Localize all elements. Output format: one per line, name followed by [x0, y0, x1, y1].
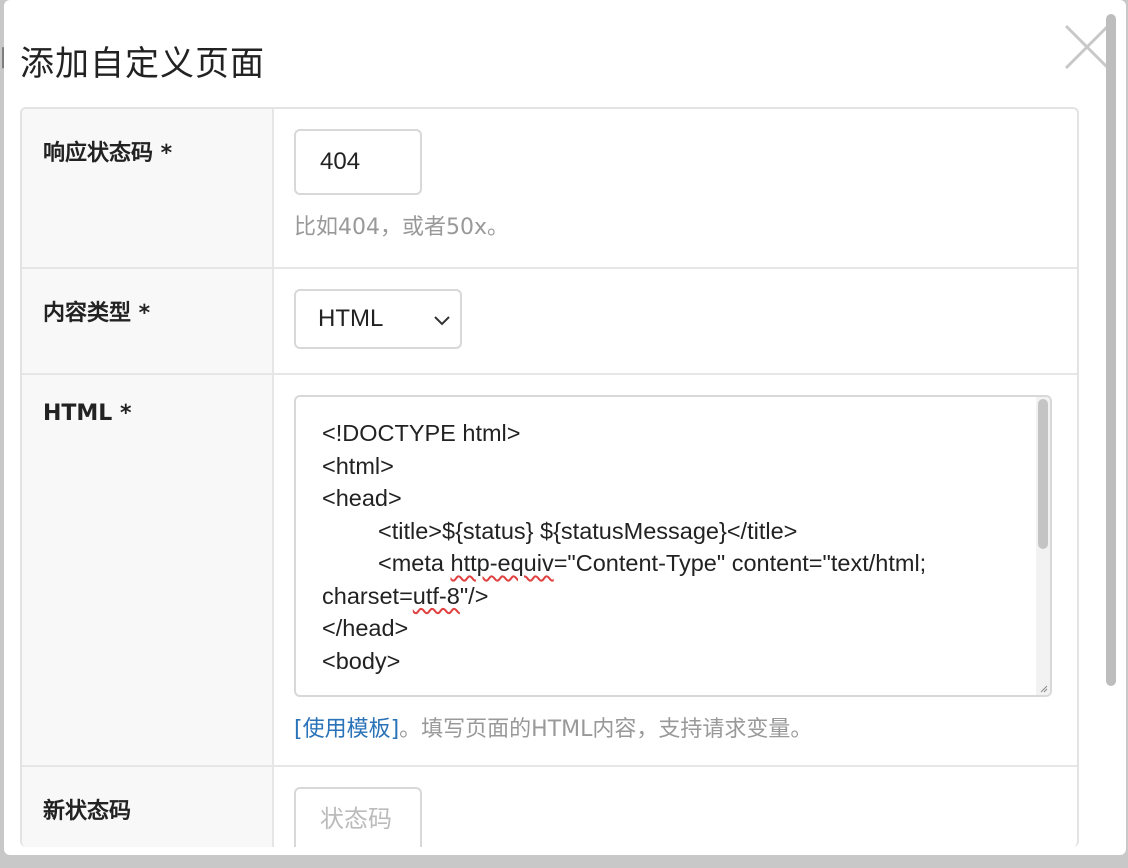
- new-status-code-input[interactable]: [294, 787, 422, 847]
- form-table: 响应状态码 * 比如404，或者50x。 内容类型 * HTML HTML *: [20, 107, 1079, 847]
- chevron-down-icon: [434, 316, 450, 326]
- status-code-row: 响应状态码 * 比如404，或者50x。: [22, 109, 1077, 269]
- content-type-label: 内容类型 *: [22, 269, 274, 373]
- code-line: <!DOCTYPE html>: [322, 420, 521, 446]
- code-fragment: ="Content-Type" content="text/html;: [553, 550, 927, 576]
- code-line: </head>: [322, 615, 409, 641]
- close-icon: [1064, 24, 1110, 70]
- close-button[interactable]: [1062, 22, 1112, 72]
- new-status-code-row: 新状态码: [22, 767, 1077, 847]
- code-fragment-misspelled: utf-8: [412, 582, 460, 609]
- textarea-scrollbar[interactable]: [1036, 397, 1050, 695]
- html-label: HTML *: [22, 375, 274, 765]
- html-hint: [使用模板]。填写页面的HTML内容，支持请求变量。: [294, 711, 1077, 743]
- code-fragment: "/>: [459, 582, 489, 609]
- status-code-hint: 比如404，或者50x。: [294, 215, 510, 240]
- html-textarea[interactable]: <!DOCTYPE html> <html> <head> <title>${stat…: [294, 395, 1052, 697]
- code-line: <title>${status} ${statusMessage}</title…: [378, 517, 798, 544]
- content-type-select[interactable]: HTML: [294, 289, 462, 349]
- html-code-content: <!DOCTYPE html> <html> <head> <title>${stat…: [322, 417, 1022, 677]
- new-status-code-label: 新状态码: [22, 767, 274, 847]
- add-custom-page-dialog: 添加自定义页面 响应状态码 * 比如404，或者50x。 内容类型 * HTML: [4, 0, 1126, 855]
- resize-handle-icon[interactable]: [1038, 683, 1048, 693]
- textarea-scrollbar-thumb[interactable]: [1038, 399, 1048, 549]
- code-line: <meta http-equiv="Content-Type" content=…: [322, 547, 1022, 580]
- code-line: <body>: [322, 647, 401, 674]
- status-code-label: 响应状态码 *: [22, 109, 274, 267]
- code-fragment: <meta: [378, 550, 451, 576]
- code-fragment-misspelled: http-equiv: [450, 550, 554, 576]
- html-row: HTML * <!DOCTYPE html> <html> <head> <title…: [22, 375, 1077, 767]
- dialog-title: 添加自定义页面: [20, 44, 265, 84]
- code-line: charset=utf-8"/>: [322, 580, 1022, 613]
- html-hint-text: 。填写页面的HTML内容，支持请求变量。: [399, 717, 813, 742]
- code-line: <head>: [322, 485, 402, 511]
- status-code-input[interactable]: [294, 129, 422, 195]
- content-type-row: 内容类型 * HTML: [22, 269, 1077, 375]
- code-fragment: charset=: [322, 582, 413, 609]
- code-line: <html>: [322, 452, 394, 479]
- content-type-selected-value: HTML: [318, 305, 384, 332]
- use-template-link[interactable]: [使用模板]: [294, 717, 399, 742]
- dialog-scrollbar-thumb[interactable]: [1106, 14, 1116, 686]
